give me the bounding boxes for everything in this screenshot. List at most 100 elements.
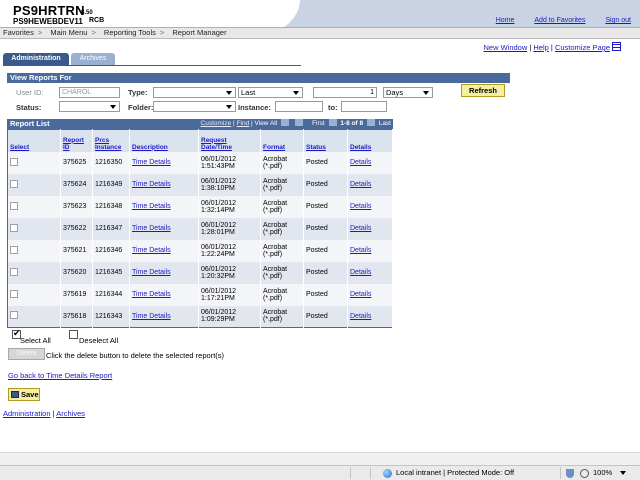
- bottom-link-archives[interactable]: Archives: [56, 409, 85, 418]
- format-name: Acrobat: [263, 243, 288, 251]
- user-code: RCB: [89, 17, 105, 24]
- row-checkbox[interactable]: [10, 223, 18, 232]
- horizontal-scrollbar[interactable]: [0, 452, 640, 465]
- home-link[interactable]: Home: [496, 17, 515, 24]
- details-link[interactable]: Details: [347, 239, 393, 262]
- request-datetime: 06/01/2012 1:09:29PM: [198, 305, 261, 328]
- col-request-date[interactable]: Request Date/Time: [198, 129, 261, 152]
- col-select[interactable]: Select: [7, 129, 61, 152]
- description-link[interactable]: Time Details: [129, 195, 199, 218]
- grid-icon[interactable]: [294, 119, 303, 126]
- report-id: 375624: [60, 173, 93, 196]
- row-checkbox[interactable]: [10, 245, 18, 254]
- customize-page-link[interactable]: Customize Page: [555, 43, 610, 52]
- row-select-cell: [7, 305, 61, 328]
- description-link[interactable]: Time Details: [129, 239, 199, 262]
- select-all-label: Select All: [20, 336, 51, 345]
- request-date: 06/01/2012: [201, 309, 237, 317]
- row-select-cell: [7, 173, 61, 196]
- details-link[interactable]: Details: [347, 173, 393, 196]
- request-date: 06/01/2012: [201, 221, 237, 229]
- prcs-instance: 1216345: [92, 261, 130, 284]
- instance-label: Instance:: [238, 103, 271, 112]
- tab-archives[interactable]: Archives: [71, 53, 115, 65]
- last-link[interactable]: Last: [379, 120, 391, 127]
- first-link[interactable]: First: [312, 120, 325, 127]
- status-select[interactable]: [59, 101, 120, 112]
- zoom-icon[interactable]: [580, 469, 589, 478]
- instance-from-field[interactable]: [275, 101, 323, 112]
- row-checkbox[interactable]: [10, 201, 18, 210]
- add-to-favorites-link[interactable]: Add to Favorites: [534, 17, 585, 24]
- description-link[interactable]: Time Details: [129, 173, 199, 196]
- prcs-instance: 1216347: [92, 217, 130, 240]
- col-format[interactable]: Format: [260, 129, 304, 152]
- delete-button[interactable]: Delete: [8, 348, 45, 360]
- zoom-level[interactable]: 100%: [593, 466, 612, 479]
- description-link[interactable]: Time Details: [129, 305, 199, 328]
- col-status[interactable]: Status: [303, 129, 348, 152]
- description-link[interactable]: Time Details: [129, 217, 199, 240]
- details-link[interactable]: Details: [347, 261, 393, 284]
- find-link[interactable]: Find: [237, 120, 250, 127]
- col-description[interactable]: Description: [129, 129, 199, 152]
- grid-icon[interactable]: [612, 42, 621, 51]
- next-arrow-icon[interactable]: [366, 119, 375, 126]
- count-field[interactable]: 1: [313, 87, 377, 98]
- view-all-link[interactable]: View All: [255, 120, 278, 127]
- help-link[interactable]: Help: [533, 43, 548, 52]
- status: Posted: [303, 305, 348, 328]
- customize-link[interactable]: Customize: [201, 120, 232, 127]
- prcs-instance: 1216349: [92, 173, 130, 196]
- tab-administration[interactable]: Administration: [3, 53, 69, 65]
- row-checkbox[interactable]: [10, 267, 18, 276]
- folder-select[interactable]: [153, 101, 236, 112]
- save-icon: [11, 391, 19, 398]
- nav-favorites[interactable]: Favorites: [3, 28, 34, 37]
- nav-report-manager[interactable]: Report Manager: [172, 28, 226, 37]
- row-checkbox[interactable]: [10, 289, 18, 298]
- col-report-id[interactable]: Report ID: [60, 129, 93, 152]
- details-link[interactable]: Details: [347, 217, 393, 240]
- new-window-link[interactable]: New Window: [483, 43, 527, 52]
- deselect-all-checkbox[interactable]: [69, 330, 78, 339]
- format-ext: (*.pdf): [263, 162, 283, 170]
- report-list-header: Report List Customize | Find | View All …: [7, 119, 393, 129]
- go-back-link[interactable]: Go back to Time Details Report: [8, 371, 112, 380]
- bottom-link-administration[interactable]: Administration: [3, 409, 51, 418]
- row-select-cell: [7, 151, 61, 174]
- col-prcs-instance[interactable]: Prcs Instance: [92, 129, 130, 152]
- download-icon[interactable]: [281, 119, 289, 126]
- folder-label: Folder:: [128, 103, 154, 112]
- save-label: Save: [21, 390, 39, 399]
- row-checkbox[interactable]: [10, 179, 18, 188]
- details-link[interactable]: Details: [347, 151, 393, 174]
- request-time: 1:38:10PM: [201, 184, 235, 192]
- save-button[interactable]: Save: [8, 388, 40, 401]
- format-ext: (*.pdf): [263, 184, 283, 192]
- format-ext: (*.pdf): [263, 294, 283, 302]
- user-id-field[interactable]: CHAROL: [59, 87, 120, 98]
- row-checkbox[interactable]: [10, 157, 18, 166]
- app-header: PS9HRTRN 8.50 PS9HEWEBDEV11 RCB Home Add…: [0, 0, 640, 40]
- row-checkbox[interactable]: [10, 311, 18, 320]
- chevron-down-icon[interactable]: [620, 471, 626, 475]
- description-link[interactable]: Time Details: [129, 261, 199, 284]
- breadcrumb-separator: >: [91, 28, 96, 37]
- col-details[interactable]: Details: [347, 129, 393, 152]
- description-link[interactable]: Time Details: [129, 283, 199, 306]
- details-link[interactable]: Details: [347, 195, 393, 218]
- last-select[interactable]: Last: [238, 87, 303, 98]
- format-name: Acrobat: [263, 177, 288, 185]
- nav-main-menu[interactable]: Main Menu: [50, 28, 87, 37]
- nav-reporting-tools[interactable]: Reporting Tools: [104, 28, 156, 37]
- instance-to-field[interactable]: [341, 101, 387, 112]
- type-select[interactable]: [153, 87, 236, 98]
- details-link[interactable]: Details: [347, 305, 393, 328]
- units-select[interactable]: Days: [383, 87, 433, 98]
- prev-arrow-icon[interactable]: [328, 119, 337, 126]
- sign-out-link[interactable]: Sign out: [605, 17, 631, 24]
- refresh-button[interactable]: Refresh: [461, 84, 505, 97]
- description-link[interactable]: Time Details: [129, 151, 199, 174]
- details-link[interactable]: Details: [347, 283, 393, 306]
